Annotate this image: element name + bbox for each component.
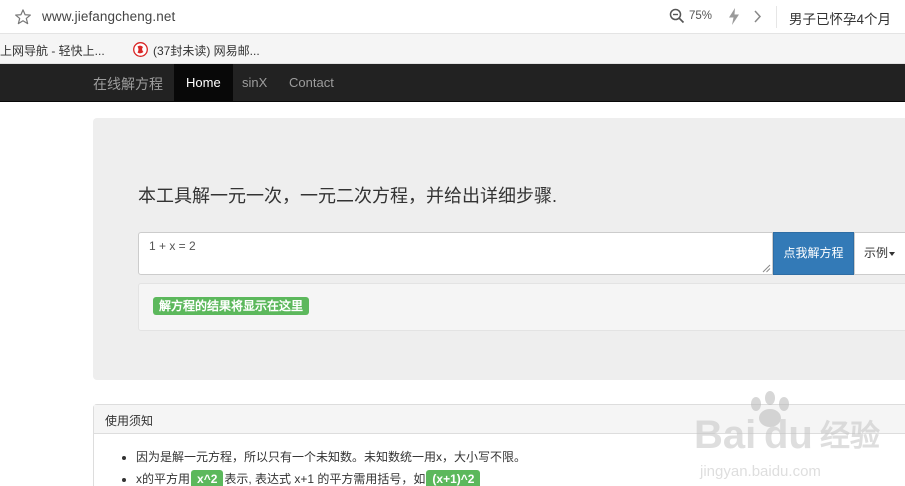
usage-item-text: 表示, 表达式 x+1 的平方需用括号，如: [224, 472, 426, 486]
usage-item-text: 因为是解一元方程，所以只有一个未知数。未知数统一用x，大小写不限。: [136, 450, 527, 464]
chevron-right-icon[interactable]: [752, 9, 762, 24]
netease-mail-icon: [133, 42, 148, 57]
example-dropdown[interactable]: 示例: [854, 232, 905, 275]
url-text[interactable]: www.jiefangcheng.net: [42, 9, 175, 24]
address-bar-divider: [776, 6, 777, 28]
baidu-jingyan-watermark: Bai du 经验 jingyan.baidu.com: [694, 391, 880, 480]
news-ticker[interactable]: 男子已怀孕4个月: [789, 8, 891, 28]
nav-sinx[interactable]: sinX: [230, 64, 279, 102]
bookmark-nav[interactable]: 上网导航 - 轻快上...: [0, 42, 105, 59]
example-label: 示例: [864, 246, 889, 260]
zoom-level[interactable]: 75%: [689, 10, 712, 22]
nav-home[interactable]: Home: [174, 64, 233, 102]
usage-item-power: x的平方用x^2表示, 表达式 x+1 的平方需用括号，如(x+1)^2: [136, 470, 526, 486]
caret-down-icon: [889, 251, 896, 256]
code-badge-square: x^2: [191, 470, 224, 486]
result-placeholder: 解方程的结果将显示在这里: [153, 297, 310, 315]
site-brand[interactable]: 在线解方程: [93, 74, 163, 94]
site-navbar: 在线解方程 Home sinX Contact: [0, 64, 905, 102]
bookmark-star-icon[interactable]: [14, 8, 32, 26]
bookmarks-bar: 上网导航 - 轻快上... (37封未读) 网易邮...: [0, 34, 905, 64]
equation-input[interactable]: 1 + x = 2: [138, 232, 773, 275]
resize-grip-icon[interactable]: [762, 264, 771, 273]
result-well: 解方程的结果将显示在这里: [138, 283, 905, 331]
svg-text:Bai: Bai: [694, 413, 756, 457]
svg-text:jingyan.baidu.com: jingyan.baidu.com: [699, 463, 821, 480]
usage-list: 因为是解一元方程，所以只有一个未知数。未知数统一用x，大小写不限。 x的平方用x…: [136, 448, 526, 486]
page-lead: 本工具解一元一次，一元二次方程，并给出详细步骤.: [138, 186, 557, 206]
zoom-icon[interactable]: [669, 8, 685, 24]
code-badge-paren-square: (x+1)^2: [426, 470, 481, 486]
svg-text:du: du: [764, 413, 813, 457]
solver-jumbotron: 本工具解一元一次，一元二次方程，并给出详细步骤. 1 + x = 2 点我解方程…: [93, 118, 905, 380]
bookmark-mail[interactable]: (37封未读) 网易邮...: [153, 42, 260, 59]
svg-text:经验: 经验: [820, 419, 880, 454]
lightning-icon[interactable]: [728, 8, 740, 25]
usage-item-text: x的平方用: [136, 472, 191, 486]
usage-item-unknown: 因为是解一元方程，所以只有一个未知数。未知数统一用x，大小写不限。: [136, 448, 526, 470]
solve-button[interactable]: 点我解方程: [773, 232, 854, 275]
nav-contact[interactable]: Contact: [277, 64, 346, 102]
browser-address-bar: www.jiefangcheng.net 75% 男子已怀孕4个月: [0, 0, 905, 34]
